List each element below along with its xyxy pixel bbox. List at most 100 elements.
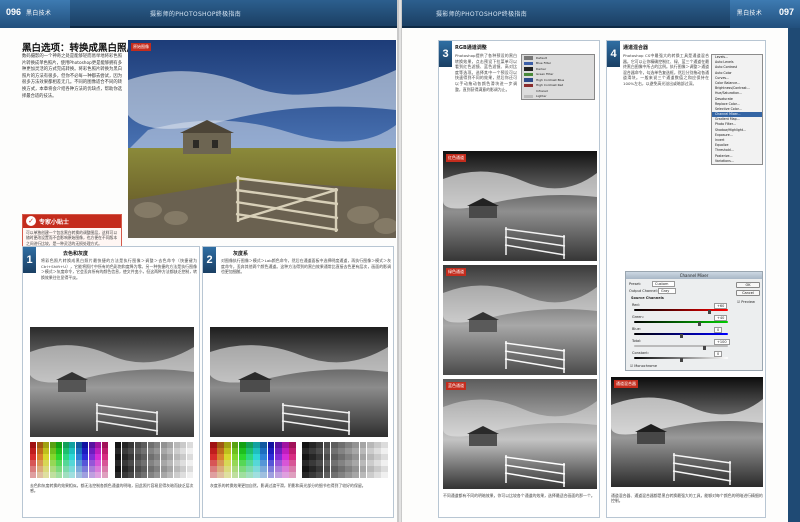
chart-patch bbox=[366, 454, 374, 460]
slider-track[interactable] bbox=[634, 309, 728, 311]
dialog-title: Channel Mixer bbox=[626, 272, 762, 279]
chart-patch bbox=[338, 460, 345, 466]
chart-patch bbox=[366, 442, 374, 448]
chart-patch bbox=[30, 442, 37, 448]
tip-body: 可以单独创建一个包含黑白转换的调整图层，这样可以随时更改设置而不会影响原始图像，… bbox=[26, 230, 118, 246]
monochrome-checkbox[interactable]: ☑ Monochrome bbox=[630, 364, 657, 368]
chart-patch bbox=[95, 466, 102, 472]
slider-thumb[interactable] bbox=[703, 346, 706, 350]
chart-patch bbox=[352, 442, 360, 448]
step-2-caption: 灰度系的转换效果更加自然，影调过渡平滑，阴影和高光部分的细节也得到了较好的保留。 bbox=[210, 483, 366, 488]
preset-select[interactable]: Custom bbox=[652, 281, 676, 287]
preset-thumb bbox=[524, 72, 533, 76]
chart-patch bbox=[88, 460, 95, 466]
intro-text: 数码摄影的一个神奇之处是能够轻而易举地将彩色照片转换成单色照片，使用Photos… bbox=[22, 54, 122, 99]
slider-thumb[interactable] bbox=[679, 334, 683, 338]
chart-patch bbox=[224, 460, 232, 466]
chart-patch bbox=[69, 472, 76, 478]
red-channel-photo: 红色通道 bbox=[443, 151, 597, 261]
blue-channel-photo: 蓝色通道 bbox=[443, 379, 597, 489]
chart-patch bbox=[323, 454, 331, 460]
cancel-button[interactable]: Cancel bbox=[736, 290, 760, 296]
chart-patch bbox=[309, 472, 316, 478]
chart-patch bbox=[302, 454, 309, 460]
chart-patch bbox=[69, 460, 76, 466]
chart-patch bbox=[69, 454, 76, 460]
step-3-title: RGB通道调整 bbox=[455, 45, 487, 51]
chart-patch bbox=[128, 442, 135, 448]
chart-patch bbox=[316, 454, 324, 460]
chart-patch bbox=[154, 460, 161, 466]
chart-patch bbox=[224, 448, 232, 454]
chart-patch bbox=[88, 448, 95, 454]
preset-label: Lighter bbox=[536, 94, 547, 99]
chart-patch bbox=[238, 442, 246, 448]
slider-track[interactable] bbox=[634, 345, 728, 347]
chart-patch bbox=[82, 466, 89, 472]
chart-patch bbox=[302, 448, 309, 454]
step-3-badge: 3 bbox=[439, 41, 452, 67]
slider-thumb[interactable] bbox=[698, 322, 702, 326]
slider-track[interactable] bbox=[634, 321, 728, 323]
menu-item[interactable]: Variations... bbox=[712, 159, 762, 164]
chart-patch bbox=[43, 460, 50, 466]
left-section-label: 黑白技术 bbox=[26, 10, 52, 17]
chart-patch bbox=[374, 448, 381, 454]
chart-patch bbox=[141, 472, 148, 478]
chart-patch bbox=[246, 442, 253, 448]
chart-patch bbox=[366, 448, 374, 454]
green-channel-photo: 绿色通道 bbox=[443, 265, 597, 375]
chart-patch bbox=[121, 454, 128, 460]
chart-patch bbox=[289, 466, 296, 472]
ok-button[interactable]: OK bbox=[736, 282, 760, 288]
output-channel-label: Output Channel: bbox=[629, 289, 658, 293]
chart-patch bbox=[49, 442, 56, 448]
chart-patch bbox=[134, 442, 141, 448]
chart-patch bbox=[75, 448, 82, 454]
preset-thumb bbox=[524, 89, 533, 93]
preview-checkbox[interactable]: ☑ Preview bbox=[737, 300, 755, 304]
chart-patch bbox=[36, 472, 43, 478]
preview-label: Preview bbox=[741, 300, 755, 304]
green-channel-tag: 绿色通道 bbox=[446, 268, 466, 276]
chart-patch bbox=[82, 472, 89, 478]
chart-patch bbox=[115, 454, 122, 460]
chart-patch bbox=[282, 454, 289, 460]
chart-patch bbox=[154, 448, 161, 454]
chart-patch bbox=[147, 448, 154, 454]
page-title: 黑白选项：转换成黑白照片 bbox=[22, 43, 137, 54]
chart-patch bbox=[359, 472, 367, 478]
slider-thumb[interactable] bbox=[679, 358, 683, 362]
output-channel-select[interactable]: Gray bbox=[658, 288, 677, 294]
chart-patch bbox=[267, 442, 275, 448]
chart-patch bbox=[274, 448, 282, 454]
chart-patch bbox=[224, 466, 232, 472]
chart-patch bbox=[154, 454, 161, 460]
chart-patch bbox=[186, 448, 193, 454]
chart-patch bbox=[101, 466, 108, 472]
chart-patch bbox=[180, 448, 187, 454]
chart-patch bbox=[180, 472, 187, 478]
chart-patch bbox=[180, 460, 187, 466]
step-1-badge: 1 bbox=[23, 247, 36, 273]
chart-patch bbox=[134, 454, 141, 460]
left-running-head: 摄影师的PHOTOSHOP终极指南 bbox=[150, 11, 242, 18]
chart-patch bbox=[274, 460, 282, 466]
chart-patch bbox=[115, 466, 122, 472]
chart-patch bbox=[180, 466, 187, 472]
chart-patch bbox=[128, 460, 135, 466]
slider-thumb[interactable] bbox=[707, 310, 711, 314]
preset-thumb bbox=[524, 78, 533, 82]
chart-patch bbox=[260, 448, 268, 454]
chart-patch bbox=[154, 442, 161, 448]
chart-patch bbox=[88, 454, 95, 460]
chart-patch bbox=[36, 466, 43, 472]
chart-patch bbox=[56, 454, 63, 460]
preset-thumb bbox=[524, 83, 533, 87]
chart-patch bbox=[147, 460, 154, 466]
chart-patch bbox=[160, 442, 167, 448]
chart-patch bbox=[260, 454, 268, 460]
chart-patch bbox=[289, 448, 296, 454]
preset-item[interactable]: Lighter bbox=[522, 94, 594, 100]
chart-patch bbox=[30, 466, 37, 472]
